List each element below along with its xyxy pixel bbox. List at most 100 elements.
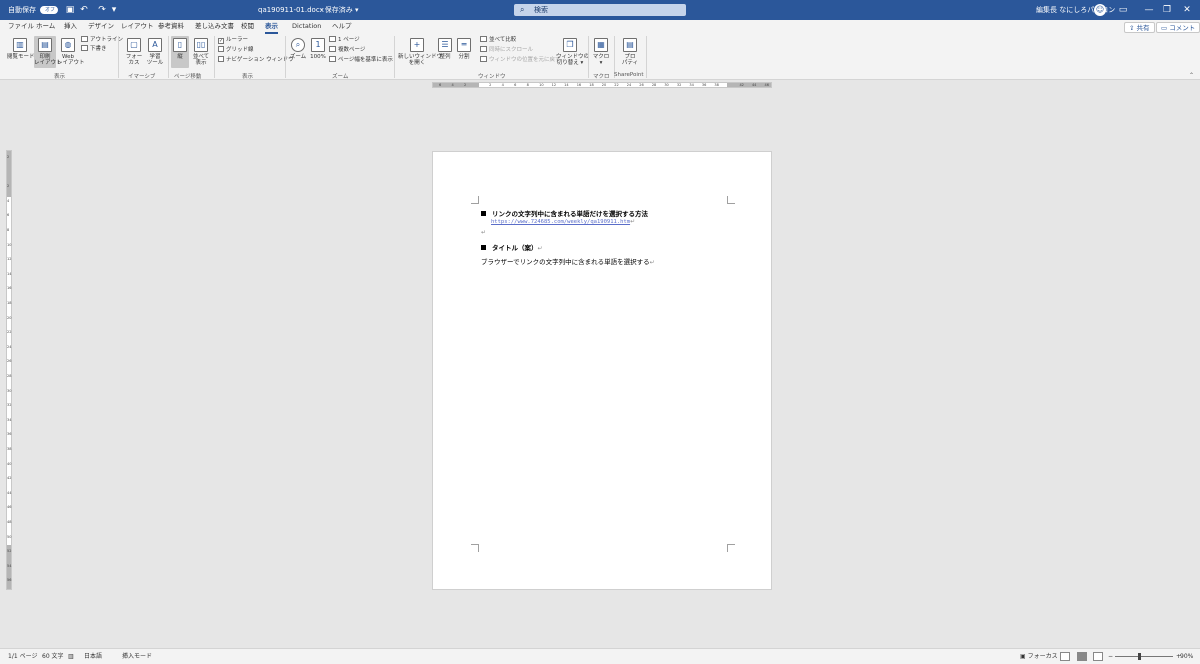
word-count[interactable]: 60 文字 xyxy=(42,649,64,664)
web-layout-view-button[interactable] xyxy=(1093,652,1103,661)
ruler-tick-label: 22 xyxy=(7,330,12,335)
arrange-all-button[interactable]: ☰ 整列 xyxy=(437,38,453,60)
vertical-button[interactable]: ▯ 縦 xyxy=(171,36,189,68)
document-url-link[interactable]: https://www.724685.com/weekly/qa190911.h… xyxy=(491,219,630,225)
zoom-100-button[interactable]: 1 100% xyxy=(309,38,327,60)
side-to-side-button[interactable]: ▯▯ 並べて 表示 xyxy=(191,38,211,66)
ruler-tick-label: 26 xyxy=(7,359,12,364)
zoom-100-icon: 1 xyxy=(311,38,325,52)
redo-icon[interactable]: ↷ xyxy=(96,4,108,16)
properties-button[interactable]: ▤ プロ パティ xyxy=(620,38,640,66)
macros-button[interactable]: ▦ マクロ ▾ xyxy=(592,38,610,66)
ruler-tick-label: 26 xyxy=(639,83,644,87)
view-side-by-side-button[interactable]: 並べて比較 xyxy=(480,36,516,44)
new-window-button[interactable]: + 新しいウィンドウ を開く xyxy=(398,38,442,66)
navigation-pane-checkbox[interactable]: ナビゲーション ウィンドウ xyxy=(218,56,294,64)
read-mode-button[interactable]: ▥ 閲覧モード xyxy=(7,38,35,60)
print-layout-button[interactable]: ▤ 印刷 レイアウト xyxy=(34,36,62,68)
zoom-level[interactable]: 90% xyxy=(1180,649,1193,664)
one-page-button[interactable]: 1 ページ xyxy=(329,36,360,44)
ruler-tick-label: 20 xyxy=(7,315,12,320)
zoom-out-button[interactable]: − xyxy=(1108,649,1113,664)
read-mode-view-button[interactable] xyxy=(1060,652,1070,661)
ruler-tick-label: 22 xyxy=(614,83,619,87)
tab-view[interactable]: 表示 xyxy=(265,20,278,34)
web-layout-button[interactable]: ◍ Web レイアウト xyxy=(57,38,85,66)
print-layout-icon: ▤ xyxy=(38,38,52,52)
ruler-tick-label: 40 xyxy=(7,461,12,466)
save-status[interactable]: - 保存済み ▾ xyxy=(320,0,359,20)
group-separator xyxy=(646,36,647,78)
multiple-pages-button[interactable]: 複数ページ xyxy=(329,46,365,54)
draft-button[interactable]: 下書き xyxy=(81,45,107,53)
save-icon[interactable]: ▣ xyxy=(64,4,76,16)
tab-design[interactable]: デザイン xyxy=(88,20,114,34)
vertical-pages-icon: ▯ xyxy=(173,38,187,52)
group-label-sharepoint: SharePoint xyxy=(614,72,644,78)
synchronous-scrolling-button[interactable]: 同時にスクロール xyxy=(480,46,533,54)
ruler-tick-label: 32 xyxy=(7,403,12,408)
search-box[interactable]: ⌕ 検索 xyxy=(514,4,686,16)
tab-home[interactable]: ホーム xyxy=(36,20,55,34)
tab-references[interactable]: 参考資料 xyxy=(158,20,184,34)
gridlines-checkbox[interactable]: グリッド線 xyxy=(218,46,254,54)
paragraph-mark: ↵ xyxy=(481,229,487,236)
crop-mark xyxy=(727,196,735,204)
vertical-ruler[interactable]: 2 2 4 6 8 10 12 14 16 18 20 22 24 26 28 30 32 34 36 38 40 42 4… xyxy=(6,150,12,590)
tab-layout[interactable]: レイアウト xyxy=(121,20,154,34)
reset-window-position-button[interactable]: ウィンドウの位置を元に戻す xyxy=(480,56,561,64)
ruler-tick-label: 14 xyxy=(564,83,569,87)
group-label-view: 表示 xyxy=(54,74,66,80)
tab-review[interactable]: 校閲 xyxy=(241,20,254,34)
ruler-tick-label: 6 xyxy=(514,83,517,87)
side-by-side-icon xyxy=(480,36,487,42)
close-icon[interactable]: ✕ xyxy=(1172,0,1200,20)
undo-icon[interactable]: ↶ xyxy=(78,4,90,16)
outline-button[interactable]: アウトライン xyxy=(81,36,123,44)
ruler-tick-label: 38 xyxy=(714,83,719,87)
horizontal-ruler[interactable]: 6 4 2 2 4 6 8 10 12 14 16 18 20 22 24 26 28 30 32 34 36 38 42 4… xyxy=(432,82,772,88)
comment-button[interactable]: ▭ コメント xyxy=(1156,22,1200,33)
group-label-zoom: ズーム xyxy=(332,74,349,80)
multiple-pages-icon xyxy=(329,46,336,52)
ruler-tick-label: 36 xyxy=(701,83,707,87)
group-label-immersive: イマーシブ xyxy=(128,74,156,80)
tab-help[interactable]: ヘルプ xyxy=(332,20,352,34)
ruler-tick-label: 52 xyxy=(7,549,12,554)
collapse-ribbon-icon[interactable]: ⌃ xyxy=(1189,72,1194,79)
one-page-icon xyxy=(329,36,336,42)
comment-icon: ▭ xyxy=(1161,24,1168,32)
focus-button[interactable]: ▢ フォー カス xyxy=(124,38,144,66)
ruler-tick-label: 6 xyxy=(7,213,10,218)
avatar-icon[interactable]: ☺ xyxy=(1094,4,1106,16)
document-heading-2[interactable]: タイトル（案）↵ xyxy=(481,242,543,252)
split-button[interactable]: ═ 分割 xyxy=(456,38,472,60)
zoom-slider-track[interactable] xyxy=(1115,656,1173,657)
tab-file[interactable]: ファイル xyxy=(8,20,34,34)
learning-tools-button[interactable]: A 学習 ツール xyxy=(145,38,165,66)
switch-windows-button[interactable]: ❐ ウィンドウの 切り替え ▾ xyxy=(556,38,589,66)
ruler-tick-label: 38 xyxy=(7,447,12,451)
ruler-checkbox[interactable]: ✓ ルーラー xyxy=(218,36,248,44)
print-layout-view-button[interactable] xyxy=(1077,652,1087,661)
zoom-slider-thumb[interactable] xyxy=(1138,653,1141,660)
ruler-tick-label: 46 xyxy=(7,505,12,510)
page-width-button[interactable]: ページ幅を基準に表示 xyxy=(329,56,393,64)
page-count[interactable]: 1/1 ページ xyxy=(8,649,37,664)
tab-insert[interactable]: 挿入 xyxy=(64,20,77,34)
customize-qat-icon[interactable]: ▾ xyxy=(108,4,120,16)
book-icon: ▥ xyxy=(13,38,27,52)
autosave-toggle[interactable]: オフ xyxy=(40,6,58,14)
ruler-tick-label: 16 xyxy=(576,83,582,87)
language-indicator[interactable]: 日本語 xyxy=(84,649,102,664)
zoom-button[interactable]: ⌕ ズーム xyxy=(289,38,307,60)
tab-dictation[interactable]: Dictation xyxy=(292,20,321,34)
proofing-icon[interactable]: ▥ xyxy=(68,649,74,664)
focus-mode-button[interactable]: ▣ フォーカス xyxy=(1020,649,1058,664)
tab-mailings[interactable]: 差し込み文書 xyxy=(195,20,234,34)
document-body-line[interactable]: ブラウザーでリンクの文字列中に含まれる単語を選択する↵ xyxy=(481,256,655,266)
insert-mode-indicator[interactable]: 挿入モード xyxy=(122,649,152,664)
autosave-label: 自動保存 xyxy=(8,6,36,14)
share-button[interactable]: ⇪ 共有 xyxy=(1124,22,1155,33)
document-page[interactable]: リンクの文字列中に含まれる単語だけを選択する方法 https://www.724… xyxy=(432,151,772,590)
